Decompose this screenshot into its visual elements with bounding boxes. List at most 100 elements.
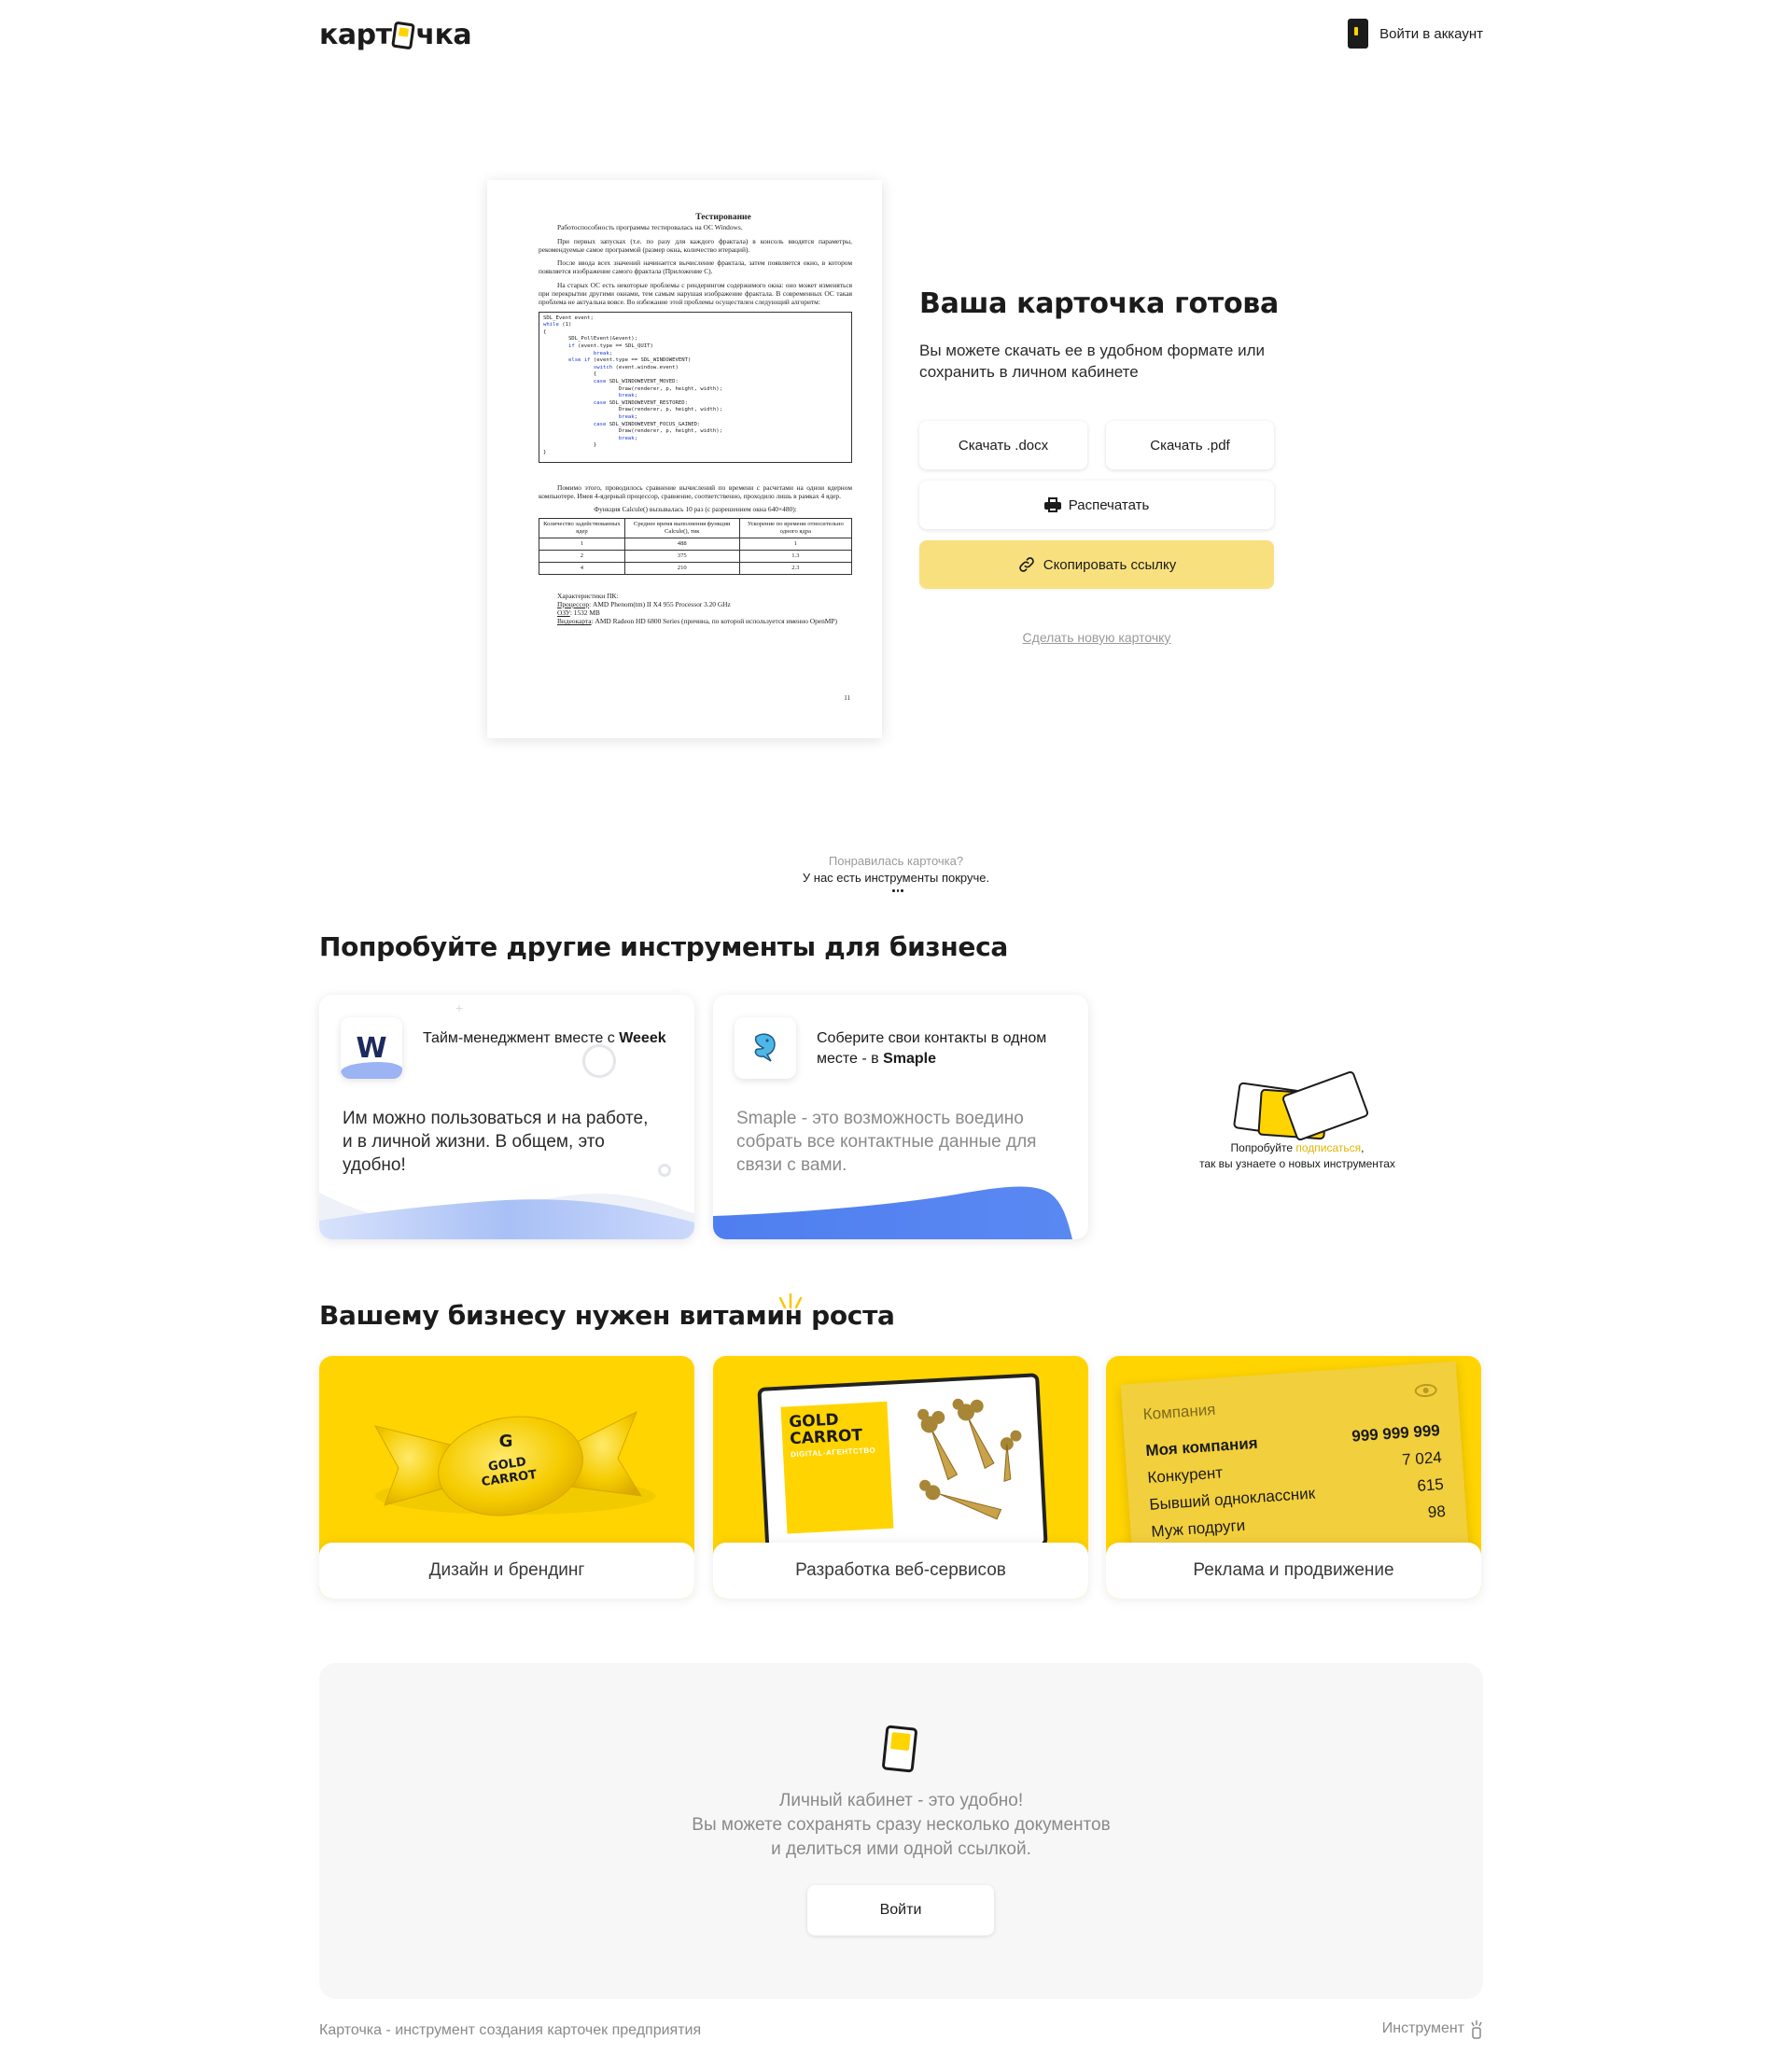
code-line: { <box>543 328 547 335</box>
code-line: break; <box>618 435 638 441</box>
weeek-logo-icon: W <box>341 1017 402 1079</box>
header: карт чка Войти в аккаунт <box>319 19 1483 56</box>
code-line: Draw(renderer, p, height, width); <box>543 407 722 413</box>
subscribe-prefix: Попробуйте <box>1230 1141 1296 1154</box>
cabinet-line1: Личный кабинет - это удобно! <box>778 1791 1024 1810</box>
code-line: { <box>543 371 597 378</box>
doc-table-header: Среднее время выполнения функции Calcule… <box>623 517 740 538</box>
mockup-title-2: CARROT <box>789 1426 863 1449</box>
footer-description: Карточка - инструмент создания карточек … <box>319 2022 702 2038</box>
web-services-label: Разработка веб-сервисов <box>713 1543 1088 1599</box>
more-dots-icon <box>892 889 904 893</box>
document-preview: Тестирование Работоспособность программы… <box>487 180 882 738</box>
table-cell: 4 <box>539 561 625 575</box>
cabinet-line2: Вы можете сохранять сразу несколько доку… <box>692 1815 1111 1835</box>
doc-page-number: 11 <box>844 693 850 702</box>
code-line: break; <box>593 350 613 356</box>
dolphin-icon <box>754 1033 776 1062</box>
card-phone-icon <box>881 1725 918 1773</box>
login-label: Войти в аккаунт <box>1379 25 1483 42</box>
spec-value: : AMD Radeon HD 6800 Series (причина, по… <box>591 617 837 626</box>
design-branding-card[interactable]: G GOLD CARROT Дизайн и брендинг <box>319 1356 694 1599</box>
table-cell: 375 <box>623 549 740 563</box>
code-line: Draw(renderer, p, height, width); <box>543 428 722 435</box>
spec-label: Процессор <box>557 599 590 608</box>
copy-link-button[interactable]: Скопировать ссылку <box>919 540 1274 589</box>
company-value: 615 <box>1416 1474 1445 1495</box>
weeek-card-body: Им можно пользоваться и на работе, и в л… <box>343 1109 649 1175</box>
company-ranking-card: Компания Моя компания 999 999 999 Конкур… <box>1120 1361 1469 1572</box>
print-button[interactable]: Распечатать <box>919 481 1274 529</box>
mockup-hero: GOLD CARROT DIGITAL-АГЕНТСТВО <box>780 1401 894 1534</box>
download-docx-label: Скачать .docx <box>958 437 1049 454</box>
cabinet-login-button[interactable]: Войти <box>807 1885 994 1935</box>
tools-section-title: Попробуйте другие инструменты для бизнес… <box>319 931 1008 962</box>
doc-spec-ram: ОЗУ: 1532 MB <box>557 608 852 617</box>
web-services-card[interactable]: GOLD CARROT DIGITAL-АГЕНТСТВО Разработка… <box>713 1356 1088 1599</box>
table-cell: 2 <box>539 549 625 563</box>
doc-paragraph: Работоспособность программы тестировалас… <box>557 223 743 232</box>
subscribe-text: Попробуйте подписаться, так вы узнаете о… <box>1111 1140 1484 1172</box>
candy-letter: G <box>499 1432 513 1451</box>
table-cell: 488 <box>623 537 740 551</box>
sparkle-icon <box>778 1292 803 1309</box>
login-link[interactable]: Войти в аккаунт <box>1348 19 1483 49</box>
code-line: while (1) <box>543 322 572 328</box>
doc-code-block: SDL_Event event; while (1){ SDL_PollEvent… <box>539 311 852 463</box>
weeek-card[interactable]: + W Тайм-менеджмент вместе с Weeek Им мо… <box>319 995 694 1239</box>
cabinet-login-label: Войти <box>879 1902 922 1918</box>
download-docx-button[interactable]: Скачать .docx <box>919 421 1087 469</box>
liked-question: Понравилась карточка? <box>828 854 964 868</box>
doc-title: Тестирование <box>695 213 751 222</box>
smaple-wave-decor <box>713 1186 1072 1239</box>
code-line: SDL_PollEvent(&event); <box>543 336 638 342</box>
code-line: case SDL_WINDOWEVENT_FOCUS_GAINED: <box>593 421 701 427</box>
heading-text: Тайм-менеджмент вместе с <box>423 1030 620 1046</box>
doc-specs: Характеристики ПК: Процессор: AMD Phenom… <box>539 592 852 626</box>
ready-title: Ваша карточка готова <box>919 287 1279 320</box>
spec-value: : 1532 MB <box>569 608 600 618</box>
table-cell: 1.3 <box>738 549 853 563</box>
table-cell: 1 <box>539 537 625 551</box>
subscribe-link[interactable]: подписаться <box>1295 1141 1361 1154</box>
personal-cabinet-banner: Личный кабинет - это удобно! Вы можете с… <box>319 1663 1483 1999</box>
brand-name: Weeek <box>619 1030 666 1046</box>
doc-spec-cpu: Процессор: AMD Phenom(tm) II X4 955 Proc… <box>557 600 852 608</box>
code-line: } <box>543 442 597 449</box>
footer-tool-link[interactable]: Инструмент <box>1382 2019 1483 2039</box>
smaple-card-body: Smaple - это возможность воедино собрать… <box>736 1109 1037 1175</box>
ring-decor-icon <box>582 1044 616 1078</box>
smaple-card-heading: Соберите свои контакты в одном месте - в… <box>817 1028 1069 1069</box>
company-heading: Компания <box>1142 1400 1217 1424</box>
golden-carrots-illustration <box>917 1398 1022 1520</box>
code-line: case SDL_WINDOWEVENT_RESTORED: <box>593 399 688 406</box>
doc-specs-title: Характеристики ПК: <box>557 591 619 600</box>
code-line: break; <box>618 413 638 420</box>
liked-answer: У нас есть инструменты покруче. <box>802 871 990 885</box>
table-row: 1 488 1 <box>539 537 853 551</box>
doc-spec-gpu: Видеокарта: AMD Radeon HD 6800 Series (п… <box>539 617 852 625</box>
vitamin-section-title: Вашему бизнесу нужен витамин роста <box>319 1300 895 1331</box>
doc-table: Количество задействованных ядер Среднее … <box>539 517 853 575</box>
doc-paragraph: Помимо этого, проводилось сравнение вычи… <box>539 482 852 500</box>
logo-card-icon <box>391 21 416 49</box>
footer-tool-label: Инструмент <box>1381 2020 1464 2036</box>
code-line: break; <box>618 393 638 399</box>
cabinet-text: Личный кабинет - это удобно! Вы можете с… <box>319 1789 1483 1862</box>
doc-paragraph: На старых ОС есть некоторые проблемы с р… <box>539 280 852 307</box>
new-card-link[interactable]: Сделать новую карточку <box>919 630 1274 645</box>
logo-text-right: чка <box>415 19 472 51</box>
advertising-card[interactable]: Компания Моя компания 999 999 999 Конкур… <box>1106 1356 1481 1599</box>
smaple-logo-icon <box>735 1017 796 1079</box>
logo[interactable]: карт чка <box>319 19 472 51</box>
code-line: SDL_Event event; <box>543 314 594 321</box>
smaple-card[interactable]: Соберите свои контакты в одном месте - в… <box>713 995 1088 1239</box>
download-pdf-button[interactable]: Скачать .pdf <box>1106 421 1274 469</box>
cabinet-line3: и делиться ими одной ссылкой. <box>771 1839 1031 1859</box>
weeek-wave-decor <box>319 1193 694 1239</box>
ready-subtitle: Вы можете скачать ее в удобном формате и… <box>919 342 1265 381</box>
code-line: Draw(renderer, p, height, width); <box>543 385 722 392</box>
candy-illustration: G GOLD CARROT <box>374 1410 655 1516</box>
logo-text-left: карт <box>319 19 392 51</box>
advertising-label: Реклама и продвижение <box>1106 1543 1481 1599</box>
